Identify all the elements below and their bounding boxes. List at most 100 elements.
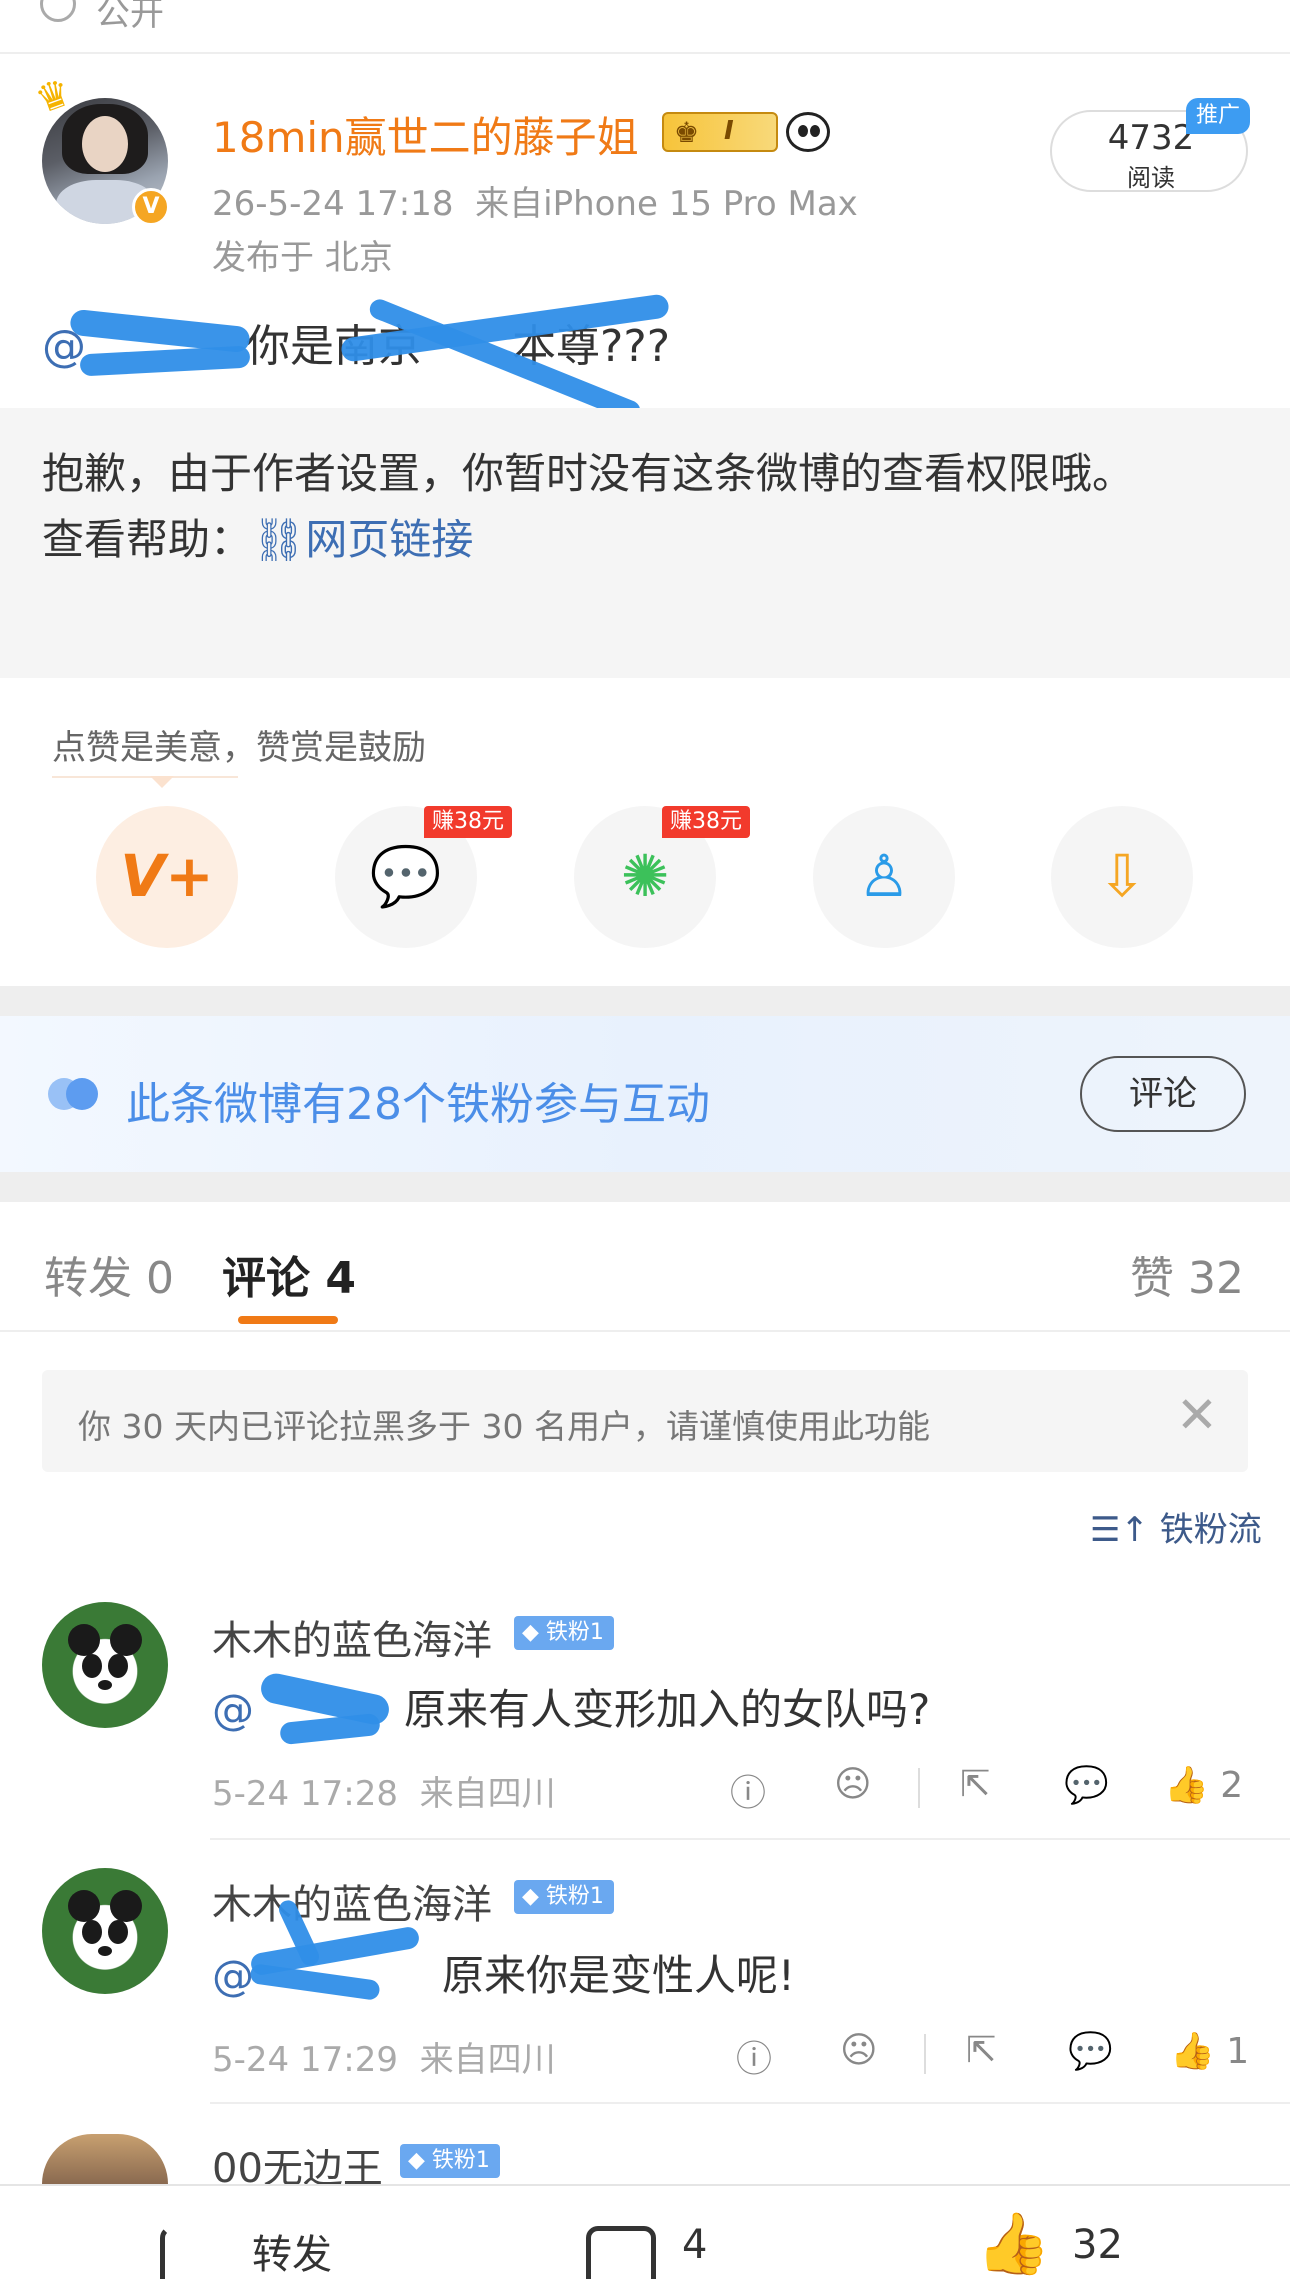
panda-eye-right bbox=[810, 125, 820, 137]
author-name[interactable]: 18min赢世二的藤子姐 bbox=[212, 104, 639, 165]
visibility-label: 公开 bbox=[96, 0, 164, 34]
panda-eye bbox=[82, 1654, 102, 1678]
fan-badge-label: 铁粉1 bbox=[431, 2148, 490, 2173]
repost-button[interactable]: 转发 bbox=[252, 2222, 332, 2279]
commenter-name[interactable]: 木木的蓝色海洋 bbox=[212, 1872, 492, 1930]
comment-icon[interactable] bbox=[586, 2226, 656, 2279]
moments-icon: ✺ bbox=[620, 842, 670, 910]
fans-comment-button[interactable]: 评论 bbox=[1080, 1056, 1246, 1132]
comment-meta: 5-24 17:28 来自四川 bbox=[212, 1766, 556, 1815]
iron-fan-badge: ◆ 铁粉1 bbox=[400, 2144, 500, 2178]
sort-icon: ☰↑ bbox=[1090, 1510, 1149, 1550]
panda-ear bbox=[110, 1624, 142, 1656]
warning-text: 你 30 天内已评论拉黑多于 30 名用户，请谨慎使用此功能 bbox=[78, 1407, 930, 1446]
globe-icon bbox=[40, 0, 76, 22]
iron-fan-badge: ◆ 铁粉1 bbox=[514, 1880, 614, 1914]
panda-nose bbox=[98, 1680, 112, 1690]
repost-icon[interactable] bbox=[160, 2226, 230, 2279]
post-time-source: 26-5-24 17:18 来自iPhone 15 Pro Max bbox=[212, 176, 858, 225]
panda-eye bbox=[108, 1654, 128, 1678]
like-count[interactable]: 32 bbox=[1072, 2222, 1123, 2268]
fans-icon-dot bbox=[66, 1078, 98, 1110]
reply-icon[interactable]: 💬 bbox=[1064, 1764, 1109, 1806]
interaction-tabs: 转发 0 评论 4 赞 32 bbox=[0, 1202, 1290, 1332]
commenter-avatar[interactable] bbox=[42, 1602, 168, 1728]
close-icon[interactable]: ✕ bbox=[1176, 1386, 1218, 1444]
dislike-face-icon[interactable]: ☹ bbox=[840, 2030, 878, 2071]
tab-repost[interactable]: 转发 0 bbox=[44, 1242, 174, 1306]
comment-divider bbox=[210, 1838, 1290, 1840]
comment-source: 来自四川 bbox=[419, 2040, 556, 2080]
sort-label: 铁粉流 bbox=[1159, 1510, 1262, 1550]
panda-ear bbox=[110, 1890, 142, 1922]
restricted-notice: 抱歉，由于作者设置，你暂时没有这条微博的查看权限哦。 查看帮助：⛓网页链接 bbox=[0, 408, 1290, 678]
avatar-face bbox=[82, 116, 128, 172]
earn-badge-moments: 赚38元 bbox=[662, 806, 750, 838]
report-icon[interactable]: ⓘ bbox=[736, 2030, 772, 2082]
save-image-button[interactable]: ⇩ bbox=[1051, 806, 1193, 948]
fans-text[interactable]: 此条微博有28个铁粉参与互动 bbox=[126, 1068, 710, 1132]
thumbs-up-icon[interactable]: 👍 bbox=[976, 2208, 1051, 2279]
section-gap bbox=[0, 1172, 1290, 1202]
sort-button[interactable]: ☰↑ 铁粉流 bbox=[1090, 1502, 1262, 1551]
comment-time: 5-24 17:29 bbox=[212, 2040, 398, 2080]
reward-v-button[interactable]: V+ bbox=[96, 806, 238, 948]
comment-time: 5-24 17:28 bbox=[212, 1774, 398, 1814]
section-gap bbox=[0, 986, 1290, 1016]
reward-tip: 点赞是美意，赞赏是鼓励 bbox=[52, 728, 426, 768]
comment-divider bbox=[210, 2102, 1290, 2104]
wechat-icon: 💬 bbox=[369, 842, 443, 910]
commenter-avatar[interactable] bbox=[42, 2134, 168, 2184]
comment-body: 原来你是变性人呢! bbox=[442, 1951, 795, 2000]
member-level-badge[interactable]: ♚ I bbox=[662, 112, 778, 152]
tip-underline bbox=[52, 776, 238, 778]
action-separator bbox=[924, 2034, 926, 2074]
commenter-avatar[interactable] bbox=[42, 1868, 168, 1994]
save-image-icon: ⇩ bbox=[1097, 842, 1147, 910]
panda-eye-left bbox=[798, 125, 808, 137]
commenter-name[interactable]: 木木的蓝色海洋 bbox=[212, 1608, 492, 1666]
tab-like[interactable]: 赞 32 bbox=[1130, 1242, 1244, 1306]
like-button[interactable]: 👍 1 bbox=[1170, 2030, 1249, 2072]
iron-fan-badge: ◆ 铁粉1 bbox=[514, 1616, 614, 1650]
reply-icon[interactable]: 💬 bbox=[1068, 2030, 1113, 2072]
comment-count[interactable]: 4 bbox=[682, 2222, 707, 2268]
thumbs-up-icon: 👍 bbox=[1164, 1765, 1209, 1806]
fan-badge-label: 铁粉1 bbox=[545, 1884, 604, 1909]
comment-mention[interactable]: @ bbox=[212, 1951, 254, 2000]
earn-badge-wechat: 赚38元 bbox=[424, 806, 512, 838]
member-crown-icon: ♚ bbox=[674, 116, 700, 149]
member-level-text: I bbox=[724, 116, 734, 146]
restricted-message: 抱歉，由于作者设置，你暂时没有这条微博的查看权限哦。 bbox=[42, 449, 1135, 498]
read-label: 阅读 bbox=[1127, 164, 1175, 192]
like-count: 1 bbox=[1226, 2031, 1250, 2072]
help-line: 查看帮助：⛓网页链接 bbox=[42, 506, 473, 567]
panda-eye bbox=[108, 1920, 128, 1944]
promote-tag[interactable]: 推广 bbox=[1186, 98, 1250, 134]
share-icon[interactable]: ⇱ bbox=[960, 1764, 990, 1805]
post-source: 来自iPhone 15 Pro Max bbox=[475, 184, 858, 224]
action-separator bbox=[918, 1768, 920, 1808]
thumbs-up-icon: 👍 bbox=[1170, 2031, 1215, 2072]
dislike-face-icon[interactable]: ☹ bbox=[834, 1764, 872, 1805]
active-tab-indicator bbox=[238, 1316, 338, 1324]
warning-banner: 你 30 天内已评论拉黑多于 30 名用户，请谨慎使用此功能 ✕ bbox=[42, 1370, 1248, 1472]
comment-source: 来自四川 bbox=[419, 1774, 556, 1814]
fans-icon bbox=[48, 1078, 100, 1110]
qq-icon: ♙ bbox=[858, 842, 910, 910]
share-qq-button[interactable]: ♙ bbox=[813, 806, 955, 948]
iron-fans-banner: 此条微博有28个铁粉参与互动 评论 bbox=[0, 1016, 1290, 1172]
visibility-strip: 公开 bbox=[0, 0, 1290, 54]
tip-arrow bbox=[150, 776, 174, 788]
tab-comment[interactable]: 评论 4 bbox=[222, 1242, 356, 1306]
share-icon[interactable]: ⇱ bbox=[966, 2030, 996, 2071]
panda-nose bbox=[98, 1946, 112, 1956]
panda-ear bbox=[68, 1890, 100, 1922]
panda-ear bbox=[68, 1624, 100, 1656]
like-button[interactable]: 👍 2 bbox=[1164, 1764, 1243, 1806]
help-link[interactable]: 网页链接 bbox=[305, 515, 473, 564]
report-icon[interactable]: ⓘ bbox=[730, 1764, 766, 1816]
panda-eye bbox=[82, 1920, 102, 1944]
comment-mention[interactable]: @ bbox=[212, 1685, 254, 1734]
verified-v-icon: V bbox=[132, 188, 170, 226]
